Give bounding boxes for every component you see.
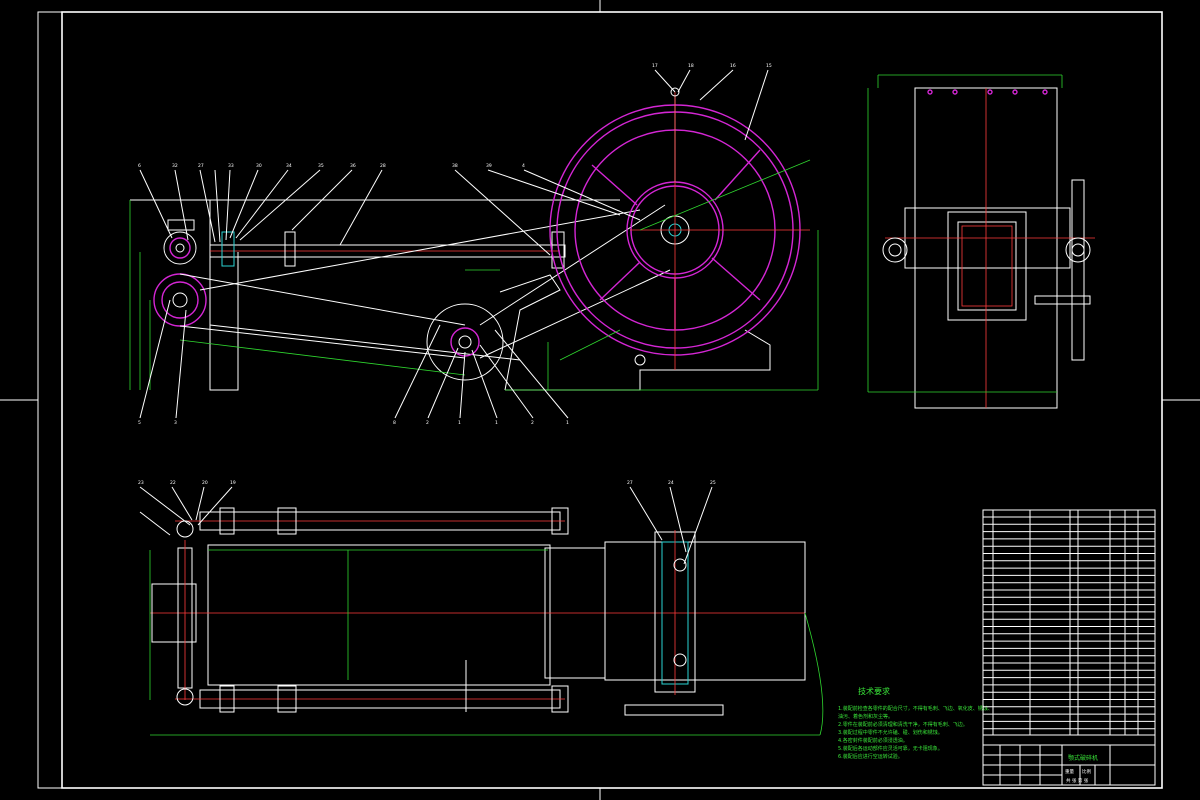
parts-list bbox=[982, 509, 1156, 736]
svg-text:18: 18 bbox=[688, 63, 694, 69]
front-view bbox=[129, 87, 819, 391]
svg-text:16: 16 bbox=[730, 63, 736, 69]
tech-note-line-6: 5.装配后各运动部件应灵活可靠，无卡阻现象。 bbox=[838, 745, 943, 752]
svg-text:36: 36 bbox=[350, 163, 356, 169]
svg-text:2: 2 bbox=[426, 420, 429, 426]
svg-text:38: 38 bbox=[452, 163, 458, 169]
svg-text:34: 34 bbox=[286, 163, 292, 169]
title-block: 颚式破碎机 比例 重量 共 张 第 张 bbox=[982, 734, 1156, 786]
svg-text:2: 2 bbox=[531, 420, 534, 426]
svg-text:6: 6 bbox=[138, 163, 141, 169]
svg-text:5: 5 bbox=[138, 420, 141, 426]
svg-text:32: 32 bbox=[172, 163, 178, 169]
technical-notes: 技术要求 1.装配前检查各零件的配合尺寸，不得有毛刺、飞边、氧化皮、锈蚀、 油污… bbox=[838, 686, 993, 760]
tech-note-line-7: 6.装配后应进行空运转试验。 bbox=[838, 753, 903, 760]
svg-text:15: 15 bbox=[766, 63, 772, 69]
svg-text:35: 35 bbox=[318, 163, 324, 169]
tech-notes-title: 技术要求 bbox=[858, 686, 890, 696]
tech-note-line-2: 油污、着色剂和灰尘等。 bbox=[838, 713, 893, 720]
svg-text:1: 1 bbox=[495, 420, 498, 426]
svg-text:4: 4 bbox=[522, 163, 525, 169]
svg-text:8: 8 bbox=[393, 420, 396, 426]
drawing-name: 颚式破碎机 bbox=[1068, 754, 1098, 762]
top-view: 23 22 20 19 27 24 25 bbox=[138, 480, 824, 736]
svg-text:22: 22 bbox=[170, 480, 176, 486]
tech-note-line-1: 1.装配前检查各零件的配合尺寸，不得有毛刺、飞边、氧化皮、锈蚀、 bbox=[838, 705, 993, 712]
svg-text:3: 3 bbox=[174, 420, 177, 426]
svg-text:24: 24 bbox=[668, 480, 674, 486]
svg-text:20: 20 bbox=[202, 480, 208, 486]
svg-text:28: 28 bbox=[380, 163, 386, 169]
svg-text:25: 25 bbox=[710, 480, 716, 486]
svg-text:27: 27 bbox=[627, 480, 633, 486]
svg-text:19: 19 bbox=[230, 480, 236, 486]
svg-text:27: 27 bbox=[198, 163, 204, 169]
cad-drawing-canvas: 6 32 27 33 30 34 35 36 28 38 39 4 5 3 8 … bbox=[0, 0, 1200, 800]
weight-label: 重量 bbox=[1065, 768, 1074, 775]
svg-text:39: 39 bbox=[486, 163, 492, 169]
svg-text:23: 23 bbox=[138, 480, 144, 486]
svg-text:1: 1 bbox=[458, 420, 461, 426]
tech-note-line-4: 3.装配过程中零件不允许磕、碰、划伤和锈蚀。 bbox=[838, 729, 943, 736]
svg-text:30: 30 bbox=[256, 163, 262, 169]
sheet-label: 共 张 第 张 bbox=[1066, 777, 1089, 784]
svg-text:1: 1 bbox=[566, 420, 569, 426]
sheet-frame bbox=[0, 0, 1200, 800]
tech-note-line-3: 2.零件在装配前必须清理和清洗干净，不得有毛刺、飞边。 bbox=[838, 721, 968, 728]
side-view bbox=[867, 74, 1095, 409]
scale-label: 比例 bbox=[1082, 768, 1091, 775]
svg-text:17: 17 bbox=[652, 63, 658, 69]
tech-note-line-5: 4.各密封件装配前必须浸透油。 bbox=[838, 737, 908, 744]
svg-text:33: 33 bbox=[228, 163, 234, 169]
